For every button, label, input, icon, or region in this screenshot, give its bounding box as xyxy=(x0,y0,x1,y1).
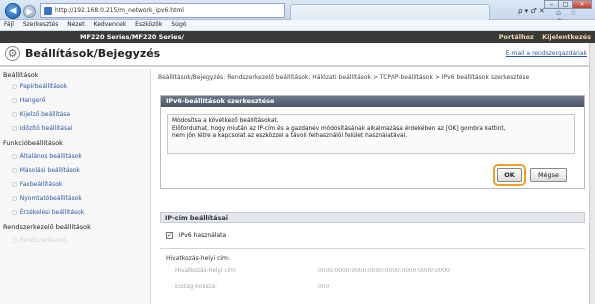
sidebar-item-admin[interactable]: Rendszerkezelő xyxy=(12,237,67,244)
sidebar-item-detection[interactable]: Érzékelési beállítások xyxy=(12,209,85,216)
portal-link[interactable]: Portálhoz xyxy=(499,33,534,41)
favicon-icon xyxy=(44,7,52,15)
address-tools-icons[interactable]: ρ ▾ ♂ ✕ xyxy=(518,7,545,15)
menu-item-file[interactable]: Fájl xyxy=(4,21,14,28)
dialog-body: Módosítsa a következő beállításokat. Elő… xyxy=(161,107,584,188)
sidebar-item-paper[interactable]: Papírbeállítások xyxy=(12,83,67,90)
sidebar: Beállítások Papírbeállítások Hangerő Kij… xyxy=(0,69,151,304)
browser-tab[interactable] xyxy=(290,4,490,20)
link-local-heading: Hivatkozás-helyi cím: xyxy=(166,255,230,262)
printer-bar-links: Portálhoz Kijelentkezés xyxy=(493,31,591,43)
printer-bar: MF220 Series/MF220 Series/ Portálhoz Kij… xyxy=(0,31,595,43)
sidebar-item-fax[interactable]: Faxbeállítások xyxy=(12,181,63,188)
sidebar-heading-settings[interactable]: Beállítások xyxy=(3,71,39,79)
divider xyxy=(160,248,585,249)
ok-button[interactable]: OK xyxy=(497,168,522,182)
use-ipv6-label: IPv6 használata xyxy=(178,232,227,239)
page-title: Beállítások/Bejegyzés xyxy=(25,47,161,60)
address-bar[interactable]: http://192.168.0.215/m_network_ipv6.html xyxy=(40,3,285,18)
dialog-title: IPv6-beállítások szerkesztése xyxy=(161,96,584,107)
prefix-length-value: 000 xyxy=(318,284,330,290)
menu-bar: Fájl Szerkesztés Nézet Kedvencek Eszközö… xyxy=(0,20,595,31)
use-ipv6-row: ✓ IPv6 használata xyxy=(166,232,226,239)
minimize-icon[interactable]: ‒ xyxy=(544,0,559,9)
close-icon[interactable]: ✕ xyxy=(572,0,592,9)
sidebar-item-display[interactable]: Kijelző beállítása xyxy=(12,111,70,118)
back-arrow-icon[interactable]: ◀ xyxy=(5,3,21,19)
ip-settings-heading: IP-cím beállításai xyxy=(160,212,585,223)
menu-item-tools[interactable]: Eszközök xyxy=(135,21,162,28)
cancel-button[interactable]: Mégse xyxy=(530,168,567,182)
sidebar-heading-functions[interactable]: Funkcióbeállítások xyxy=(3,139,63,147)
breadcrumb: Beállítások/Bejegyzés: Rendszerkezelő be… xyxy=(158,74,530,81)
mail-admin-link[interactable]: E-mail a rendszergazdának xyxy=(506,50,587,57)
page-scrollbar[interactable] xyxy=(589,43,595,304)
sidebar-item-printer[interactable]: Nyomtatóbeállítások xyxy=(12,195,82,202)
dialog-message-line: nem jön létre a kapcsolat az eszközzel a… xyxy=(172,133,408,139)
ipv6-edit-dialog: IPv6-beállítások szerkesztése Módosítsa … xyxy=(160,95,585,189)
sidebar-item-general[interactable]: Általános beállítások xyxy=(12,153,82,160)
sidebar-item-timer[interactable]: Időzítő beállításai xyxy=(12,125,73,132)
page-header: ⚙ Beállítások/Bejegyzés E-mail a rendsze… xyxy=(0,43,595,67)
logout-link[interactable]: Kijelentkezés xyxy=(542,33,591,41)
gear-icon: ⚙ xyxy=(5,46,20,61)
maximize-icon[interactable]: □ xyxy=(558,0,573,9)
dialog-message-line: Előfordulhat, hogy miután az IP-cím és a… xyxy=(172,125,506,132)
menu-item-edit[interactable]: Szerkesztés xyxy=(23,21,59,28)
use-ipv6-checkbox[interactable]: ✓ xyxy=(166,232,173,239)
menu-item-favorites[interactable]: Kedvencek xyxy=(94,21,127,28)
sidebar-item-volume[interactable]: Hangerő xyxy=(12,97,46,104)
printer-model: MF220 Series/MF220 Series/ xyxy=(80,33,184,41)
link-local-key: Hivatkozás-helyi cím: xyxy=(175,268,237,274)
window-buttons: ‒ □ ✕ xyxy=(544,0,592,9)
menu-item-help[interactable]: Súgó xyxy=(171,21,186,28)
dialog-message: Módosítsa a következő beállításokat. Elő… xyxy=(167,114,575,154)
sidebar-item-copy[interactable]: Másolási beállítások xyxy=(12,167,80,174)
forward-arrow-icon[interactable]: ▶ xyxy=(23,5,36,18)
link-local-value: 0000:0000:0000:0000:0000:0000:0000:0000 xyxy=(318,268,450,274)
dialog-message-line: Módosítsa a következő beállításokat. xyxy=(172,118,279,124)
menu-item-view[interactable]: Nézet xyxy=(67,21,84,28)
prefix-length-key: Előtag hossza: xyxy=(175,284,217,290)
address-url: http://192.168.0.215/m_network_ipv6.html xyxy=(55,7,184,14)
sidebar-heading-admin[interactable]: Rendszerkezelő beállítások xyxy=(3,223,91,231)
browser-titlebar: ◀ ▶ http://192.168.0.215/m_network_ipv6.… xyxy=(0,0,595,26)
